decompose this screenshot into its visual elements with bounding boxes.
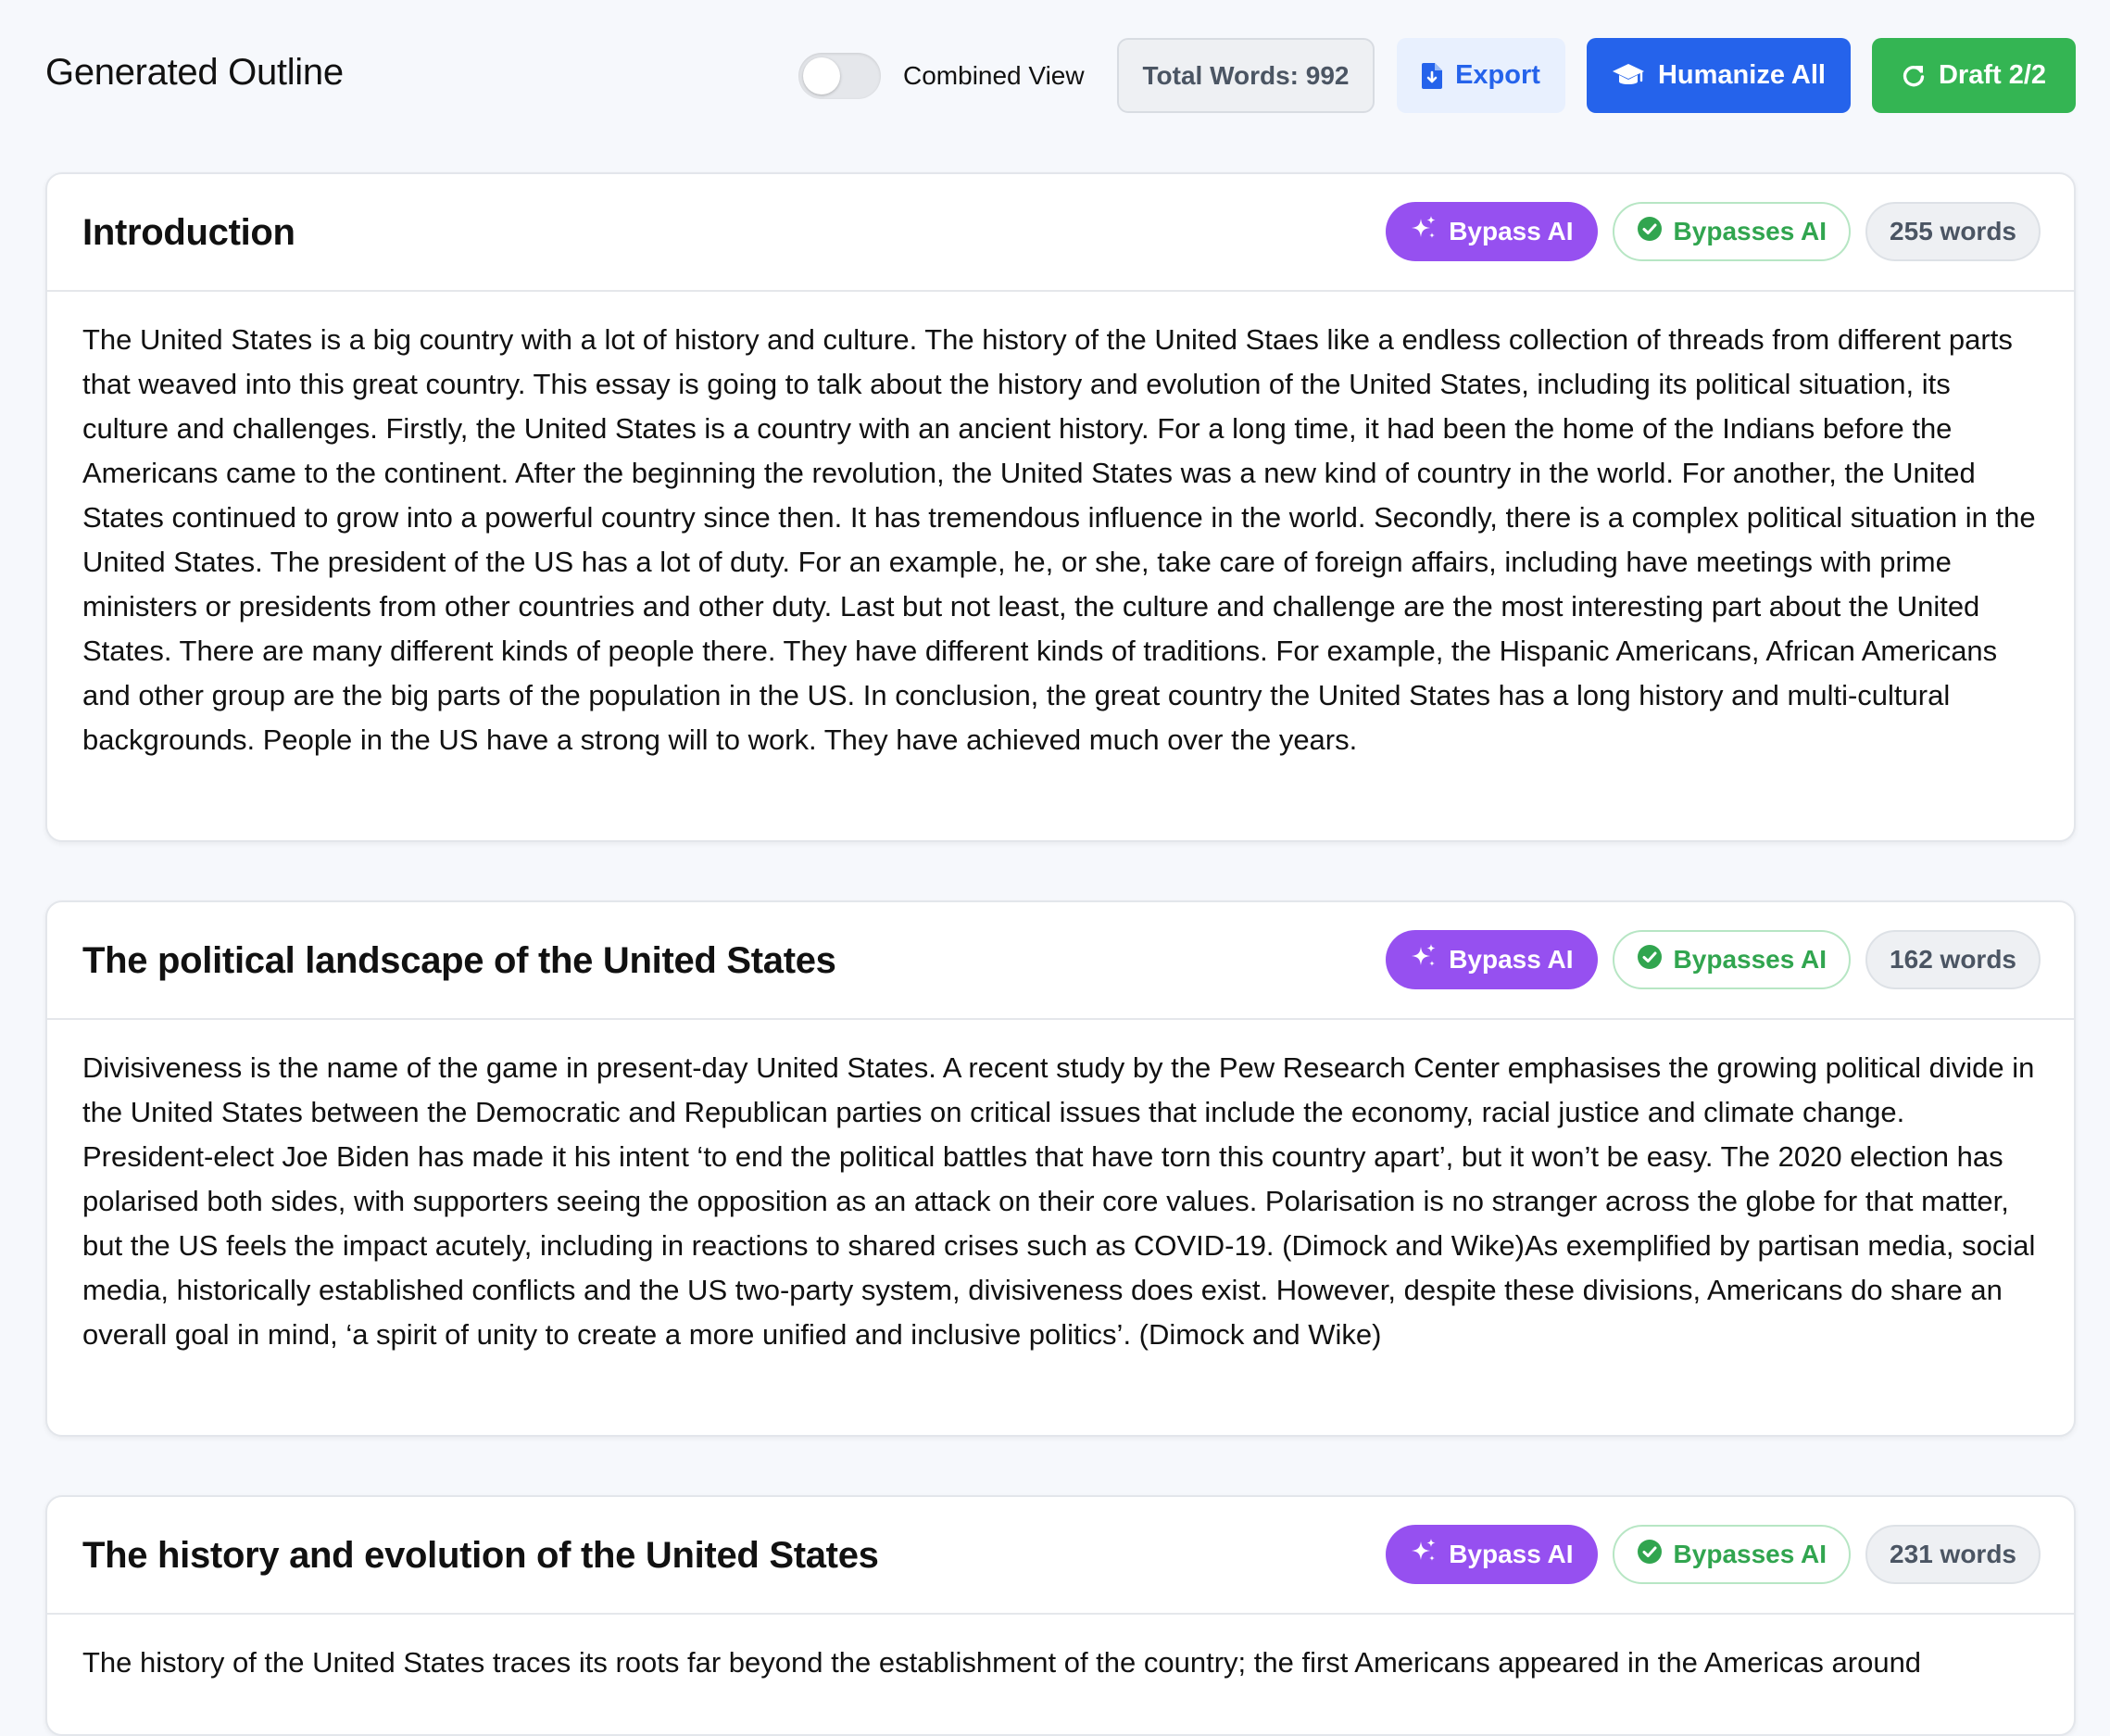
combined-view-toggle[interactable] [798, 53, 881, 99]
section-card: The political landscape of the United St… [45, 900, 2076, 1437]
section-badges: Bypass AI Bypasses AI 162 words [1386, 930, 2041, 989]
section-title: The political landscape of the United St… [82, 940, 836, 981]
section-title: The history and evolution of the United … [82, 1535, 879, 1576]
page-title: Generated Outline [45, 52, 344, 93]
bypasses-ai-status-badge: Bypasses AI [1612, 202, 1852, 261]
sparkle-icon [1410, 215, 1438, 249]
section-header: Introduction Bypass AI Bypasses AI 255 w… [47, 174, 2074, 292]
word-count-badge: 231 words [1865, 1525, 2041, 1584]
bypasses-ai-label: Bypasses AI [1673, 217, 1827, 245]
bypass-ai-label: Bypass AI [1449, 217, 1574, 245]
sparkle-icon [1410, 943, 1438, 977]
file-download-icon [1422, 62, 1443, 89]
bypass-ai-button[interactable]: Bypass AI [1386, 1525, 1598, 1584]
bypasses-ai-label: Bypasses AI [1673, 945, 1827, 974]
section-body[interactable]: Divisiveness is the name of the game in … [47, 1020, 2074, 1394]
bypass-ai-button[interactable]: Bypass AI [1386, 202, 1598, 261]
section-title: Introduction [82, 212, 295, 253]
export-label: Export [1455, 60, 1540, 90]
section-header: The political landscape of the United St… [47, 902, 2074, 1020]
top-bar: Generated Outline Combined View Total Wo… [0, 0, 2110, 152]
refresh-icon [1902, 64, 1926, 88]
check-circle-icon [1637, 1539, 1663, 1571]
humanize-all-label: Humanize All [1657, 60, 1826, 90]
bypass-ai-button[interactable]: Bypass AI [1386, 930, 1598, 989]
section-body[interactable]: The history of the United States traces … [47, 1615, 2074, 1722]
combined-view-label: Combined View [903, 61, 1085, 90]
section-card: Introduction Bypass AI Bypasses AI 255 w… [45, 172, 2076, 842]
humanize-all-button[interactable]: Humanize All [1587, 38, 1851, 113]
bypasses-ai-status-badge: Bypasses AI [1612, 1525, 1852, 1584]
total-words-badge: Total Words: 992 [1117, 38, 1375, 113]
word-count-badge: 255 words [1865, 202, 2041, 261]
section-card: The history and evolution of the United … [45, 1495, 2076, 1736]
bypass-ai-label: Bypass AI [1449, 1540, 1574, 1568]
draft-label: Draft 2/2 [1938, 60, 2047, 90]
check-circle-icon [1637, 216, 1663, 248]
check-circle-icon [1637, 944, 1663, 976]
draft-button[interactable]: Draft 2/2 [1872, 38, 2076, 113]
bypasses-ai-label: Bypasses AI [1673, 1540, 1827, 1568]
export-button[interactable]: Export [1397, 38, 1565, 113]
section-header: The history and evolution of the United … [47, 1497, 2074, 1615]
graduation-cap-icon [1612, 63, 1645, 89]
sparkle-icon [1410, 1538, 1438, 1572]
toggle-knob [803, 57, 840, 94]
section-badges: Bypass AI Bypasses AI 255 words [1386, 202, 2041, 261]
bypass-ai-label: Bypass AI [1449, 945, 1574, 974]
bypasses-ai-status-badge: Bypasses AI [1612, 930, 1852, 989]
section-badges: Bypass AI Bypasses AI 231 words [1386, 1525, 2041, 1584]
word-count-badge: 162 words [1865, 930, 2041, 989]
section-body[interactable]: The United States is a big country with … [47, 292, 2074, 799]
